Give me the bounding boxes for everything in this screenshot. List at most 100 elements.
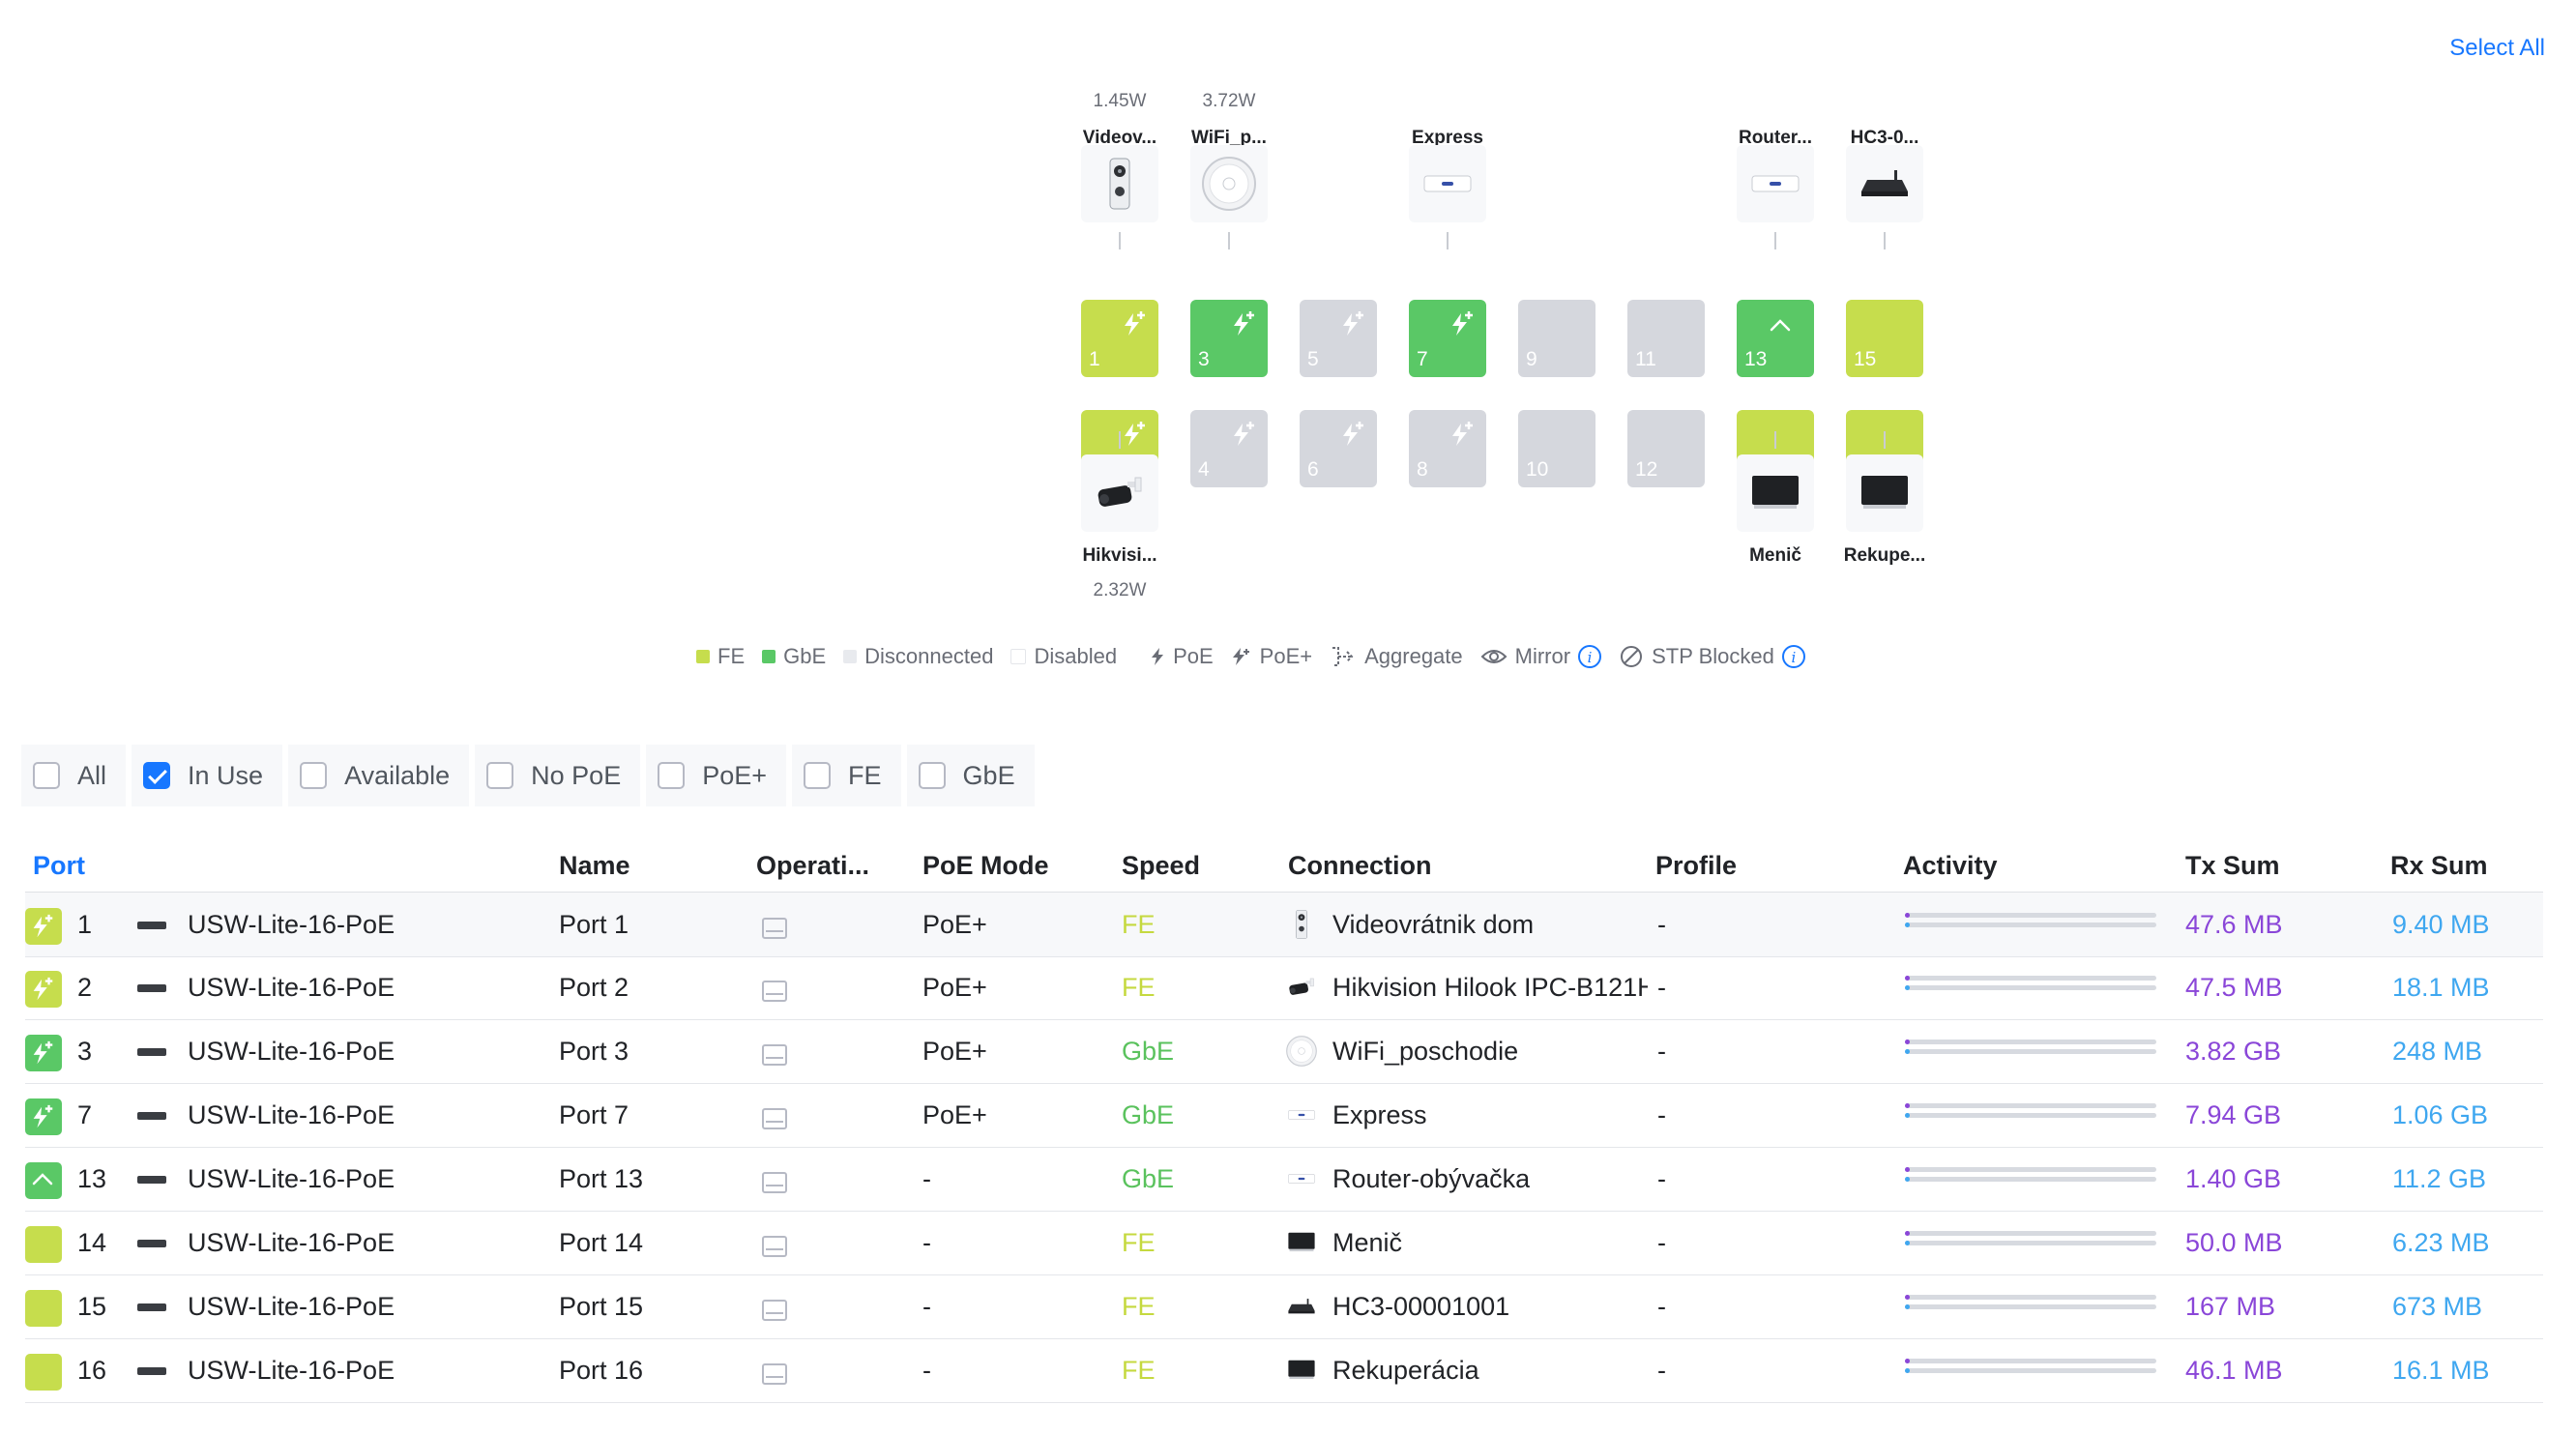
activity-sparkline	[1905, 1359, 2156, 1384]
speed: FE	[1122, 973, 1156, 1002]
port-status-badge	[25, 1098, 62, 1135]
filter-no-poe[interactable]: No PoE	[475, 745, 641, 806]
gateway-icon	[1284, 1162, 1319, 1195]
connected-device-7[interactable]	[1409, 145, 1486, 222]
checkbox[interactable]	[143, 762, 171, 789]
poe-plus-icon	[33, 1104, 53, 1128]
speed: GbE	[1122, 1037, 1175, 1066]
connected-device-13[interactable]	[1737, 145, 1814, 222]
connected-device-3[interactable]	[1190, 145, 1268, 222]
select-all-link[interactable]: Select All	[2449, 35, 2545, 62]
operation-icon[interactable]	[762, 981, 787, 1002]
table-row[interactable]: 15 USW-Lite-16-PoE Port 15 - FE HC3-00001001 -…	[25, 1274, 2543, 1339]
port-tile-5[interactable]: 5	[1300, 300, 1377, 377]
filter-fe[interactable]: FE	[792, 745, 901, 806]
table-row[interactable]: 2 USW-Lite-16-PoE Port 2 PoE+ FE Hikvision Hi…	[25, 955, 2543, 1020]
col-profile[interactable]: Profile	[1655, 851, 1737, 881]
operation-icon[interactable]	[762, 918, 787, 939]
fe-swatch	[696, 650, 710, 663]
tx-sum: 167 MB	[2185, 1292, 2276, 1321]
checkbox[interactable]	[918, 762, 946, 789]
connected-device-14[interactable]	[1737, 454, 1814, 532]
col-tx-sum[interactable]: Tx Sum	[2185, 851, 2280, 881]
port-tile-8[interactable]: 8	[1409, 410, 1486, 487]
col-operation[interactable]: Operati...	[756, 851, 869, 881]
checkbox[interactable]	[804, 762, 832, 789]
port-number: 15	[1854, 348, 1877, 370]
port-tile-4[interactable]: 4	[1190, 410, 1268, 487]
filter-all[interactable]: All	[21, 745, 127, 806]
port-filters: All In Use Available No PoE PoE+ FE GbE	[21, 745, 1040, 806]
port-tile-12[interactable]: 12	[1627, 410, 1705, 487]
operation-icon[interactable]	[762, 1044, 787, 1066]
checkbox[interactable]	[33, 762, 60, 789]
operation-icon[interactable]	[762, 1236, 787, 1257]
filter-in-use[interactable]: In Use	[132, 745, 283, 806]
legend-gbe: GbE	[762, 644, 826, 669]
link-line	[1774, 431, 1776, 449]
activity-fill	[1905, 1359, 1910, 1363]
connected-device-16[interactable]	[1846, 454, 1923, 532]
activity-sparkline	[1905, 1295, 2156, 1320]
table-row[interactable]: 13 USW-Lite-16-PoE Port 13 - GbE Router-obýva…	[25, 1147, 2543, 1212]
connection-name: WiFi_poschodie	[1332, 1037, 1519, 1066]
operation-icon[interactable]	[762, 1300, 787, 1321]
filter-label: No PoE	[531, 760, 622, 790]
port-tile-13[interactable]: 13	[1737, 300, 1814, 377]
poe-mode: PoE+	[922, 910, 987, 939]
col-rx-sum[interactable]: Rx Sum	[2390, 851, 2488, 881]
port-number: 4	[1198, 458, 1210, 481]
poe-plus-icon	[1231, 309, 1256, 338]
operation-icon[interactable]	[762, 1363, 787, 1385]
poe-plus-icon	[1232, 648, 1249, 665]
col-connection[interactable]: Connection	[1288, 851, 1432, 881]
connected-device-15[interactable]	[1846, 145, 1923, 222]
port-tile-7[interactable]: 7	[1409, 300, 1486, 377]
filter-available[interactable]: Available	[288, 745, 470, 806]
col-name[interactable]: Name	[559, 851, 630, 881]
connected-device-2[interactable]	[1081, 454, 1158, 532]
connected-device-1[interactable]	[1081, 145, 1158, 222]
checkbox[interactable]	[300, 762, 328, 789]
port-tile-9[interactable]: 9	[1518, 300, 1595, 377]
table-row[interactable]: 14 USW-Lite-16-PoE Port 14 - FE Menič - 50.0 MB…	[25, 1211, 2543, 1275]
device-name: USW-Lite-16-PoE	[188, 1228, 395, 1257]
table-row[interactable]: 1 USW-Lite-16-PoE Port 1 PoE+ FE Videovrátnik…	[25, 892, 2543, 957]
port-tile-3[interactable]: 3	[1190, 300, 1268, 377]
col-activity[interactable]: Activity	[1903, 851, 1998, 881]
stp-info-icon[interactable]: i	[1781, 645, 1805, 668]
profile: -	[1657, 1228, 1666, 1257]
rx-sum: 11.2 GB	[2392, 1164, 2487, 1193]
table-row[interactable]: 16 USW-Lite-16-PoE Port 16 - FE Rekuperácia - 4…	[25, 1338, 2543, 1403]
tx-activity-bar	[1905, 913, 2156, 918]
checkbox[interactable]	[658, 762, 686, 789]
legend-stp-blocked: STP Blocked i	[1619, 644, 1805, 669]
filter-gbe[interactable]: GbE	[906, 745, 1035, 806]
table-row[interactable]: 7 USW-Lite-16-PoE Port 7 PoE+ GbE Express - 7.9…	[25, 1083, 2543, 1148]
port-number: 10	[1526, 458, 1549, 481]
connection-name: Rekuperácia	[1332, 1356, 1479, 1385]
port-tile-6[interactable]: 6	[1300, 410, 1377, 487]
filter-poe[interactable]: PoE+	[646, 745, 787, 806]
bullet-camera-icon	[1091, 464, 1149, 527]
poe-mode: -	[922, 1356, 931, 1385]
port-name: Port 3	[559, 1037, 629, 1066]
port-tile-1[interactable]: 1	[1081, 300, 1158, 377]
device-name: USW-Lite-16-PoE	[188, 973, 395, 1002]
port-tile-11[interactable]: 11	[1627, 300, 1705, 377]
operation-icon[interactable]	[762, 1172, 787, 1193]
operation-icon[interactable]	[762, 1108, 787, 1129]
port-tile-10[interactable]: 10	[1518, 410, 1595, 487]
rx-activity-bar	[1905, 922, 2156, 927]
col-speed[interactable]: Speed	[1122, 851, 1200, 881]
col-poe-mode[interactable]: PoE Mode	[922, 851, 1049, 881]
controller-icon	[1856, 155, 1914, 218]
link-line	[1228, 232, 1230, 249]
col-port[interactable]: Port	[33, 851, 85, 881]
poe-plus-icon	[1340, 309, 1365, 338]
poe-mode: -	[922, 1292, 931, 1321]
mirror-info-icon[interactable]: i	[1578, 645, 1602, 668]
table-row[interactable]: 3 USW-Lite-16-PoE Port 3 PoE+ GbE WiFi_poscho…	[25, 1019, 2543, 1084]
port-tile-15[interactable]: 15	[1846, 300, 1923, 377]
checkbox[interactable]	[486, 762, 514, 789]
